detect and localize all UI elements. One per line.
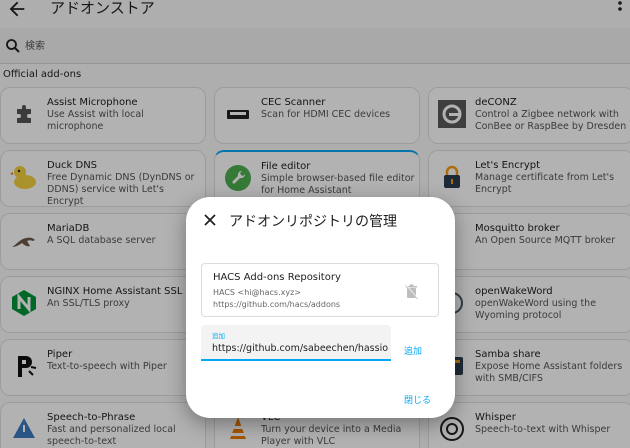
repository-url: https://github.com/hacs/addons <box>213 300 341 309</box>
repository-item: HACS Add-ons Repository HACS <hi@hacs.xy… <box>201 263 439 317</box>
manage-repositories-dialog: アドオンリポジトリの管理 HACS Add-ons Repository HAC… <box>186 197 455 418</box>
close-button[interactable]: 閉じる <box>404 393 431 406</box>
repository-url-field: 追加 <box>201 325 391 361</box>
close-icon[interactable] <box>203 213 217 227</box>
repository-name: HACS Add-ons Repository <box>213 272 341 283</box>
add-button[interactable]: 追加 <box>404 344 422 357</box>
dialog-title: アドオンリポジトリの管理 <box>229 214 397 230</box>
field-label: 追加 <box>212 332 225 340</box>
delete-disabled-icon[interactable] <box>405 284 418 299</box>
repository-url-input[interactable] <box>212 341 388 355</box>
repository-author: HACS <hi@hacs.xyz> <box>213 288 302 297</box>
